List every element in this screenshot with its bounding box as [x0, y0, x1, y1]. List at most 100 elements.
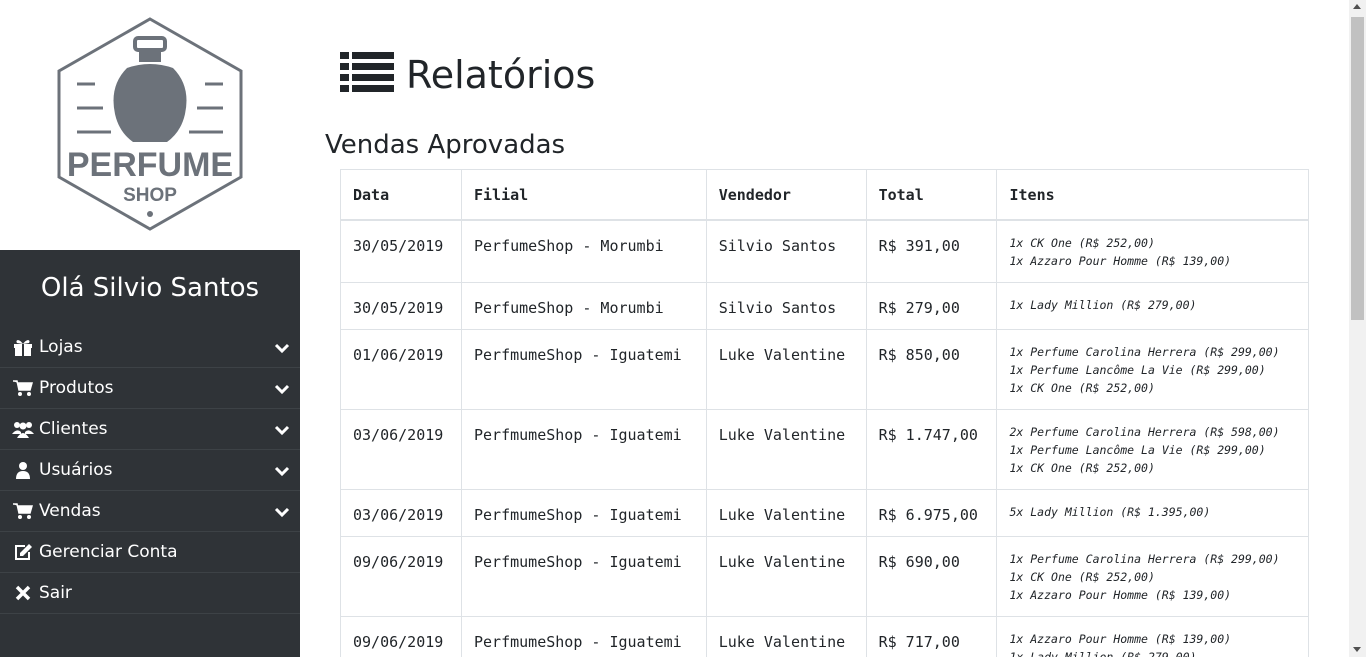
column-header-filial: Filial: [460, 169, 707, 221]
gift-icon: [12, 337, 34, 357]
users-icon: [12, 419, 34, 439]
chevron-down-icon[interactable]: [274, 462, 290, 482]
item-line: 1x Azzaro Pour Homme (R$ 139,00): [1009, 631, 1232, 646]
logo-area: PERFUME SHOP: [0, 0, 300, 250]
cell-data: 01/06/2019: [340, 328, 462, 410]
cell-data: 03/06/2019: [340, 408, 462, 490]
cell-total: R$ 391,00: [865, 219, 998, 283]
cell-data: 03/06/2019: [340, 488, 462, 537]
sidebar-item-usuarios[interactable]: Usuários: [0, 450, 300, 491]
column-header-itens: Itens: [996, 169, 1309, 221]
cell-data: 09/06/2019: [340, 535, 462, 617]
sidebar: PERFUME SHOP Olá Silvio Santos Lojas Pro…: [0, 0, 300, 657]
table-row: 30/05/2019 PerfumeShop - Morumbi Silvio Sa…: [340, 219, 1309, 283]
vertical-scrollbar[interactable]: [1349, 0, 1366, 657]
sidebar-item-gerenciar-conta[interactable]: Gerenciar Conta: [0, 532, 300, 573]
chevron-down-icon[interactable]: [274, 421, 290, 441]
perfume-shop-logo: PERFUME SHOP: [57, 17, 243, 231]
chevron-down-icon[interactable]: [274, 503, 290, 523]
sidebar-item-produtos[interactable]: Produtos: [0, 368, 300, 409]
column-header-vendedor: Vendedor: [705, 169, 867, 221]
page-heading: Relatórios: [406, 52, 596, 97]
item-line: 1x CK One (R$ 252,00): [1009, 569, 1155, 584]
cell-vendedor: Luke Valentine: [705, 488, 867, 537]
column-header-data: Data: [340, 169, 462, 221]
sidebar-item-lojas[interactable]: Lojas: [0, 327, 300, 368]
sidebar-item-label: Gerenciar Conta: [39, 542, 178, 562]
cell-filial: PerfmumeShop - Iguatemi: [460, 408, 707, 490]
item-line: 1x Perfume Carolina Herrera (R$ 299,00): [1009, 344, 1280, 359]
cell-total: R$ 6.975,00: [865, 488, 998, 537]
sidebar-item-label: Lojas: [39, 337, 83, 357]
item-line: 1x Lady Million (R$ 279,00): [1009, 297, 1197, 312]
sidebar-item-label: Usuários: [39, 460, 113, 480]
cell-vendedor: Luke Valentine: [705, 408, 867, 490]
table-body: 30/05/2019 PerfumeShop - Morumbi Silvio Sa…: [340, 219, 1309, 657]
cell-itens: 1x Perfume Carolina Herrera (R$ 299,00) 1…: [996, 328, 1309, 410]
cell-data: 09/06/2019: [340, 615, 462, 657]
main-content: Relatórios Vendas Aprovadas Data Filial …: [300, 0, 1350, 657]
item-line: 1x Azzaro Pour Homme (R$ 139,00): [1009, 253, 1232, 268]
table-header-row: Data Filial Vendedor Total Itens: [340, 169, 1309, 221]
sidebar-menu: Lojas Produtos Clientes Usuários Vendas …: [0, 327, 300, 614]
cell-vendedor: Luke Valentine: [705, 328, 867, 410]
table-row: 03/06/2019 PerfmumeShop - Iguatemi Luke Va…: [340, 408, 1309, 490]
cart-icon: [12, 378, 34, 398]
cell-total: R$ 279,00: [865, 281, 998, 330]
scroll-up-arrow-icon[interactable]: [1353, 4, 1361, 9]
logo-line2: SHOP: [123, 185, 177, 206]
item-line: 2x Perfume Carolina Herrera (R$ 598,00): [1009, 424, 1280, 439]
table-row: 30/05/2019 PerfumeShop - Morumbi Silvio Sa…: [340, 281, 1309, 330]
sidebar-item-label: Produtos: [39, 378, 114, 398]
table-row: 09/06/2019 PerfmumeShop - Iguatemi Luke Va…: [340, 615, 1309, 657]
scrollbar-thumb[interactable]: [1351, 17, 1364, 320]
cell-data: 30/05/2019: [340, 281, 462, 330]
section-title: Vendas Aprovadas: [325, 130, 566, 160]
cell-itens: 1x Lady Million (R$ 279,00): [996, 281, 1309, 330]
cell-filial: PerfmumeShop - Iguatemi: [460, 535, 707, 617]
cell-filial: PerfmumeShop - Iguatemi: [460, 328, 707, 410]
edit-icon: [12, 542, 34, 562]
table-row: 03/06/2019 PerfmumeShop - Iguatemi Luke Va…: [340, 488, 1309, 537]
cell-filial: PerfumeShop - Morumbi: [460, 281, 707, 330]
sidebar-item-label: Clientes: [39, 419, 108, 439]
close-icon: [12, 583, 34, 603]
item-line: 1x Perfume Carolina Herrera (R$ 299,00): [1009, 551, 1280, 566]
cell-total: R$ 717,00: [865, 615, 998, 657]
logo-line1: PERFUME: [67, 146, 233, 184]
scroll-down-arrow-icon[interactable]: [1353, 647, 1361, 652]
chevron-down-icon[interactable]: [274, 380, 290, 400]
cell-data: 30/05/2019: [340, 219, 462, 283]
item-line: 1x Perfume Lancôme La Vie (R$ 299,00): [1009, 362, 1266, 377]
sidebar-item-clientes[interactable]: Clientes: [0, 409, 300, 450]
item-line: 1x Perfume Lancôme La Vie (R$ 299,00): [1009, 442, 1266, 457]
item-line: 1x Azzaro Pour Homme (R$ 139,00): [1009, 587, 1232, 602]
sidebar-item-sair[interactable]: Sair: [0, 573, 300, 614]
cell-vendedor: Luke Valentine: [705, 615, 867, 657]
cell-total: R$ 850,00: [865, 328, 998, 410]
sidebar-item-vendas[interactable]: Vendas: [0, 491, 300, 532]
nav-panel: Olá Silvio Santos Lojas Produtos Cliente…: [0, 250, 300, 657]
cell-itens: 5x Lady Million (R$ 1.395,00): [996, 488, 1309, 537]
cell-itens: 1x CK One (R$ 252,00) 1x Azzaro Pour Homm…: [996, 219, 1309, 283]
page-title: Relatórios: [340, 50, 595, 99]
chevron-down-icon[interactable]: [274, 339, 290, 359]
cell-filial: PerfumeShop - Morumbi: [460, 219, 707, 283]
cell-itens: 1x Azzaro Pour Homme (R$ 139,00) 1x Lady …: [996, 615, 1309, 657]
column-header-total: Total: [865, 169, 998, 221]
sales-table: Data Filial Vendedor Total Itens 30/05/2…: [340, 169, 1309, 657]
cell-filial: PerfmumeShop - Iguatemi: [460, 488, 707, 537]
cell-total: R$ 690,00: [865, 535, 998, 617]
item-line: 1x CK One (R$ 252,00): [1009, 235, 1155, 250]
item-line: 5x Lady Million (R$ 1.395,00): [1009, 504, 1211, 519]
item-line: 1x CK One (R$ 252,00): [1009, 460, 1155, 475]
cell-vendedor: Silvio Santos: [705, 219, 867, 283]
list-icon: [340, 50, 394, 99]
cell-vendedor: Silvio Santos: [705, 281, 867, 330]
cart-icon: [12, 501, 34, 521]
item-line: 1x Lady Million (R$ 279,00): [1009, 649, 1197, 657]
cell-itens: 2x Perfume Carolina Herrera (R$ 598,00) 1…: [996, 408, 1309, 490]
table-row: 01/06/2019 PerfmumeShop - Iguatemi Luke Va…: [340, 328, 1309, 410]
greeting: Olá Silvio Santos: [40, 273, 260, 303]
table-row: 09/06/2019 PerfmumeShop - Iguatemi Luke Va…: [340, 535, 1309, 617]
